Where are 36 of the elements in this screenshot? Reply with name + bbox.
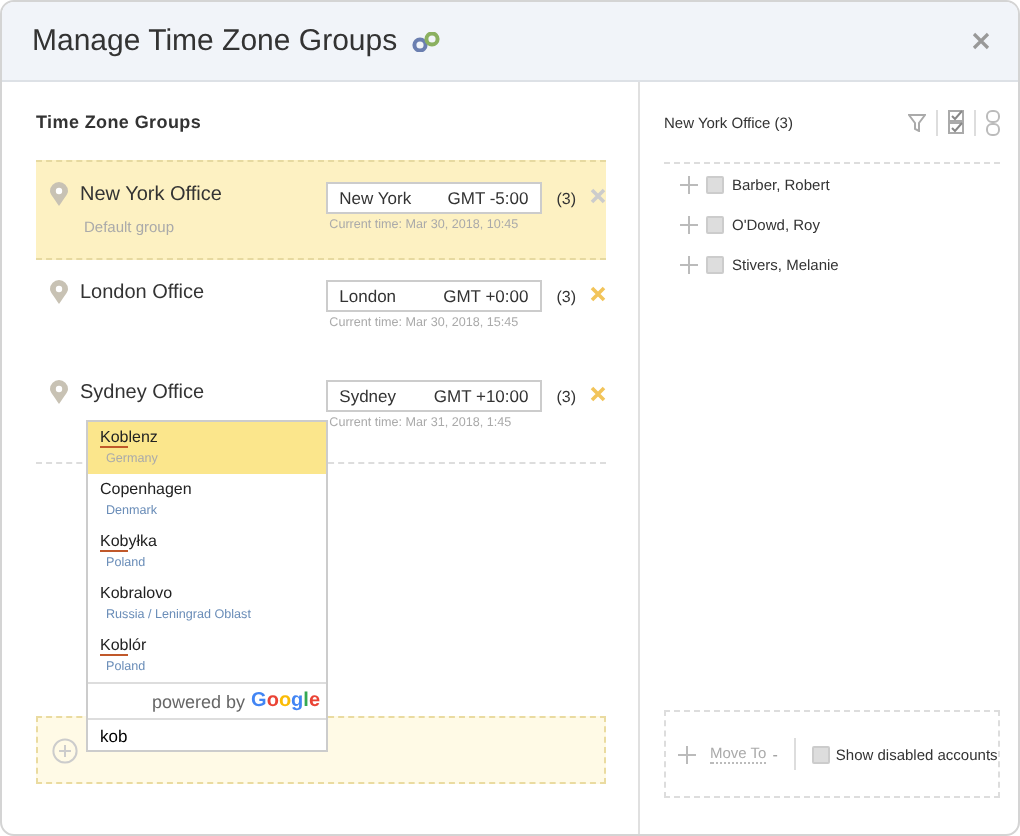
window-title: Manage Time Zone Groups (32, 24, 398, 58)
member-count: (3) (556, 190, 576, 208)
delete-button[interactable] (590, 188, 606, 204)
map-pin-icon (50, 182, 68, 206)
timezone-field[interactable]: London GMT +0:00 (325, 280, 543, 312)
group-name: New York Office (80, 183, 222, 205)
checklist-icon[interactable] (947, 110, 964, 134)
suggestion-name: Kobralovo (100, 584, 175, 602)
suggestion-name: Copenhagen (100, 480, 194, 498)
expand-icon[interactable] (680, 216, 698, 234)
move-icon (678, 745, 696, 763)
checkbox[interactable] (706, 176, 724, 194)
timezone-field[interactable]: New York GMT -5:00 (325, 182, 543, 214)
section-title: Time Zone Groups (36, 110, 204, 136)
expand-icon[interactable] (680, 176, 698, 194)
group-name: London Office (80, 281, 205, 303)
toggle-icon[interactable] (985, 109, 1000, 135)
chain-link-icon (409, 31, 442, 51)
checkbox[interactable] (811, 745, 830, 763)
checkbox[interactable] (706, 256, 724, 274)
add-circle-icon (52, 737, 78, 763)
filter-icon[interactable] (907, 113, 926, 131)
delete-button[interactable] (590, 386, 606, 402)
suggestion-name: Koblenz (100, 428, 160, 446)
map-pin-icon (50, 380, 68, 404)
expand-icon[interactable] (680, 256, 698, 274)
close-button[interactable] (968, 28, 994, 54)
member-count: (3) (556, 288, 576, 306)
member-count: (3) (556, 388, 576, 406)
timezone-field[interactable]: Sydney GMT +10:00 (325, 380, 543, 412)
group-name: Sydney Office (80, 381, 205, 403)
map-pin-icon (50, 280, 68, 304)
suggestion-name: Kobyłka (100, 532, 159, 550)
suggestion-name: Koblór (100, 636, 149, 654)
checkbox[interactable] (706, 216, 724, 234)
delete-button[interactable] (590, 286, 606, 302)
